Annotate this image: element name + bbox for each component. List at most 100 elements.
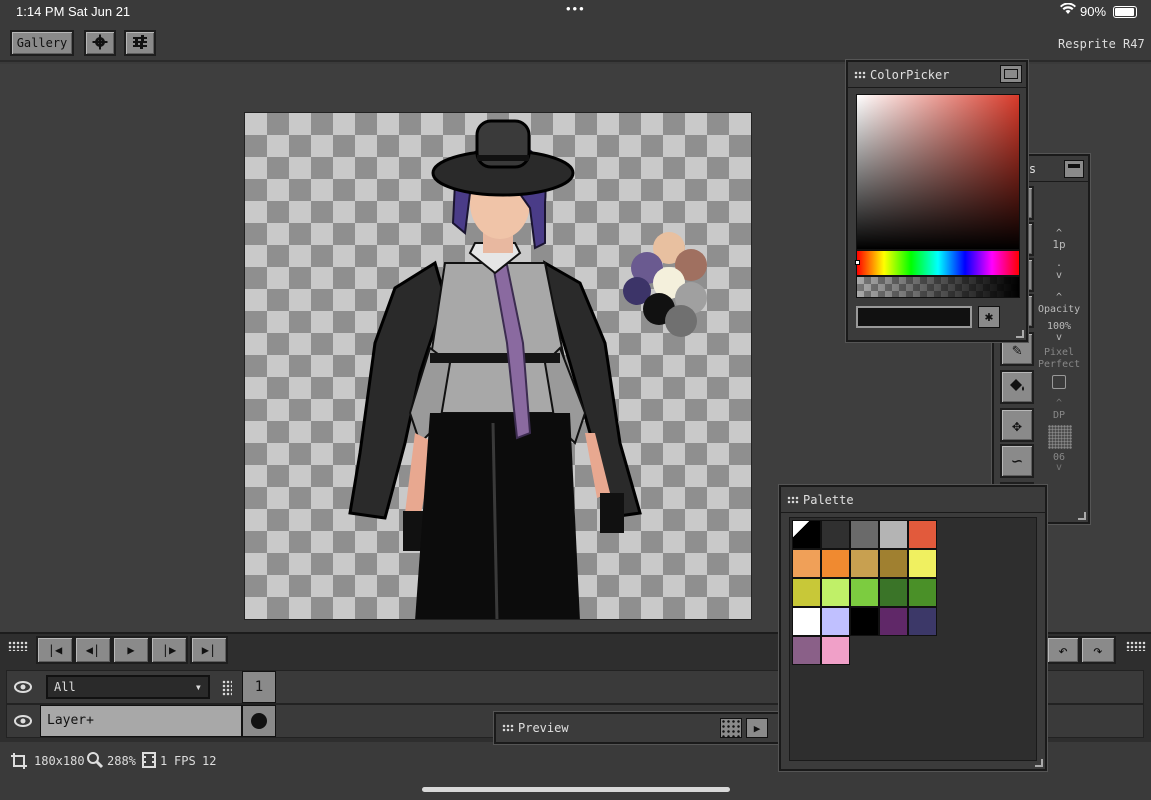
timeline-grip-icon[interactable] bbox=[8, 641, 28, 651]
top-toolbar bbox=[0, 26, 1151, 62]
step-back-icon: ◀| bbox=[85, 643, 101, 657]
gallery-button[interactable]: Gallery bbox=[10, 30, 74, 56]
preview-grid-button[interactable] bbox=[720, 718, 742, 738]
opacity-up-icon[interactable]: ^ bbox=[1038, 292, 1080, 303]
palette-swatch[interactable] bbox=[821, 520, 850, 549]
palette-swatch[interactable] bbox=[850, 520, 879, 549]
redo-icon: ↷ bbox=[1093, 640, 1103, 660]
palette-swatch[interactable] bbox=[879, 549, 908, 578]
palette-title: Palette bbox=[803, 492, 854, 507]
palette-swatch[interactable] bbox=[879, 520, 908, 549]
brush-size-dot: . bbox=[1055, 258, 1063, 269]
adjustments-button[interactable] bbox=[124, 30, 156, 56]
prev-frame-button[interactable]: ◀| bbox=[74, 636, 112, 664]
pixel-perfect-checkbox[interactable] bbox=[1052, 375, 1066, 389]
keyframe-dot-icon bbox=[251, 713, 267, 729]
opacity-value: 100% bbox=[1046, 321, 1072, 332]
brush-size-down-icon[interactable]: v bbox=[1038, 270, 1080, 281]
multitask-dots-icon[interactable]: ••• bbox=[566, 1, 586, 16]
last-frame-button[interactable]: ▶| bbox=[190, 636, 228, 664]
dither-pattern-icon[interactable] bbox=[1048, 425, 1072, 449]
palette-swatch[interactable] bbox=[821, 549, 850, 578]
move-tool-button[interactable]: ✥ bbox=[1000, 408, 1034, 442]
layer-frame-cell[interactable] bbox=[242, 705, 276, 737]
palette-swatch[interactable] bbox=[792, 549, 821, 578]
panel-collapse-icon bbox=[1068, 164, 1080, 168]
app-version-label: Resprite R47 bbox=[1058, 37, 1145, 51]
palette-swatch[interactable] bbox=[879, 607, 908, 636]
hue-slider[interactable] bbox=[855, 250, 1020, 276]
settings-button[interactable] bbox=[84, 30, 116, 56]
frame-count-text: 1 bbox=[160, 754, 168, 768]
colorpicker-panel: ColorPicker ✱ bbox=[846, 60, 1028, 342]
hex-input[interactable] bbox=[856, 306, 972, 328]
hue-handle[interactable] bbox=[855, 260, 860, 265]
palette-resize-handle[interactable] bbox=[1035, 759, 1043, 767]
saturation-value-square[interactable] bbox=[856, 94, 1020, 250]
palette-swatch[interactable] bbox=[792, 607, 821, 636]
layer-drag-grip-icon[interactable] bbox=[222, 680, 232, 696]
pencil-icon: ✎ bbox=[1012, 339, 1022, 359]
palette-swatch[interactable] bbox=[908, 578, 937, 607]
frames-icon bbox=[142, 752, 156, 771]
palette-swatch[interactable] bbox=[879, 578, 908, 607]
drawing-canvas[interactable] bbox=[244, 112, 752, 620]
palette-swatch-selected[interactable] bbox=[792, 520, 821, 549]
palette-swatch[interactable] bbox=[821, 578, 850, 607]
colorpicker-mode-button[interactable] bbox=[1000, 65, 1022, 83]
asterisk-icon: ✱ bbox=[984, 309, 994, 325]
tools-resize-handle[interactable] bbox=[1078, 512, 1086, 520]
preview-play-button[interactable]: ▶ bbox=[746, 718, 768, 738]
play-icon: ▶ bbox=[753, 721, 761, 735]
status-bar: 1:14 PM Sat Jun 21 ••• 90% bbox=[0, 0, 1151, 26]
move-crosshair-icon: ✥ bbox=[1012, 415, 1022, 435]
preview-panel: Preview ▶ bbox=[494, 712, 786, 744]
tools-panel-minimize-button[interactable] bbox=[1064, 160, 1084, 178]
panel-grip-icon bbox=[787, 495, 799, 504]
play-button[interactable]: ▶ bbox=[112, 636, 150, 664]
canvas-size-text: 180x180 bbox=[34, 754, 85, 768]
bucket-icon bbox=[1008, 377, 1026, 397]
zoom-icon bbox=[86, 751, 104, 772]
brush-size-value: 1p bbox=[1052, 238, 1066, 251]
canvas-size-icon bbox=[10, 752, 28, 773]
palette-swatch[interactable] bbox=[908, 607, 937, 636]
opacity-down-icon[interactable]: v bbox=[1038, 332, 1080, 343]
palette-swatch[interactable] bbox=[850, 607, 879, 636]
undo-button[interactable]: ↶ bbox=[1046, 636, 1080, 664]
layer-filter-value: All bbox=[54, 680, 76, 694]
redo-button[interactable]: ↷ bbox=[1080, 636, 1116, 664]
alpha-slider[interactable] bbox=[856, 276, 1020, 298]
lasso-tool-button[interactable]: ∽ bbox=[1000, 444, 1034, 478]
layer-name-cell[interactable]: Layer+ bbox=[40, 705, 242, 737]
first-frame-button[interactable]: |◀ bbox=[36, 636, 74, 664]
palette-swatch[interactable] bbox=[850, 549, 879, 578]
eyedropper-button[interactable]: ✱ bbox=[978, 306, 1000, 328]
opacity-label: Opacity bbox=[1038, 304, 1081, 315]
colorpicker-resize-handle[interactable] bbox=[1016, 330, 1024, 338]
home-indicator[interactable] bbox=[422, 787, 730, 792]
frame-number-cell[interactable]: 1 bbox=[242, 671, 276, 703]
palette-swatch[interactable] bbox=[908, 520, 937, 549]
visibility-all-eye-icon[interactable] bbox=[8, 671, 38, 703]
layer-visibility-eye-icon[interactable] bbox=[8, 705, 38, 737]
undo-icon: ↶ bbox=[1058, 640, 1068, 660]
palette-swatch[interactable] bbox=[792, 636, 821, 665]
fill-tool-button[interactable] bbox=[1000, 370, 1034, 404]
palette-swatch[interactable] bbox=[821, 607, 850, 636]
panel-grip-icon bbox=[502, 724, 514, 732]
curve-line-icon: ∽ bbox=[1011, 450, 1023, 472]
palette-swatch[interactable] bbox=[792, 578, 821, 607]
palette-swatch[interactable] bbox=[908, 549, 937, 578]
dp-down-icon[interactable]: v bbox=[1038, 462, 1080, 473]
battery-icon bbox=[1113, 6, 1137, 18]
dp-up-icon[interactable]: ^ bbox=[1038, 398, 1080, 409]
palette-swatch[interactable] bbox=[850, 578, 879, 607]
timeline-right-grip-icon[interactable] bbox=[1126, 641, 1146, 651]
panel-window-icon bbox=[1004, 69, 1018, 79]
layer-filter-select[interactable]: All ▾ bbox=[46, 675, 210, 699]
next-frame-button[interactable]: |▶ bbox=[150, 636, 188, 664]
step-forward-icon: |▶ bbox=[161, 643, 177, 657]
palette-header[interactable]: Palette bbox=[781, 487, 1045, 513]
palette-swatch[interactable] bbox=[821, 636, 850, 665]
